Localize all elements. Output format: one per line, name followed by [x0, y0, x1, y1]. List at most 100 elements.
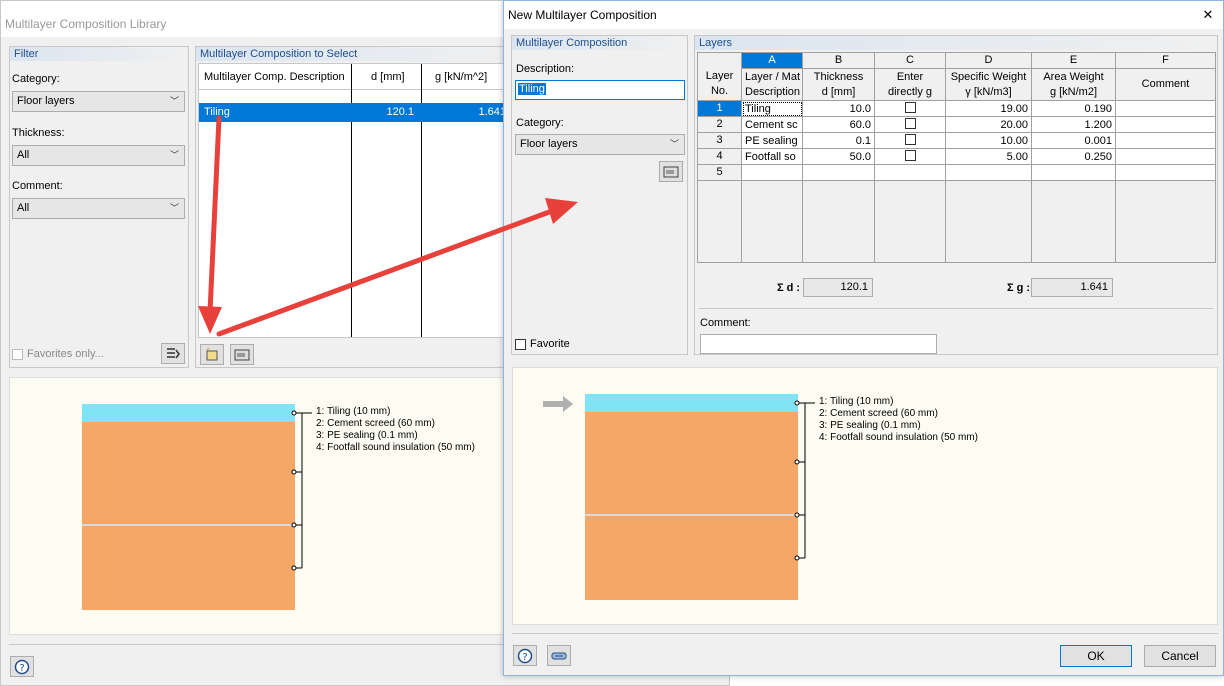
edit-composition-button[interactable] — [230, 344, 254, 365]
library-help-button[interactable]: ? — [10, 656, 34, 677]
col-letter[interactable]: A — [741, 52, 803, 69]
layers-panel: Layers A B C D E F Layer No. Layer / Mat… — [694, 35, 1218, 355]
row-description: Tiling — [204, 106, 230, 118]
cell-comment[interactable] — [1115, 164, 1216, 181]
cell-enter-g[interactable] — [874, 132, 946, 149]
cell-area-weight[interactable]: 0.250 — [1031, 148, 1116, 165]
thickness-select[interactable]: All ﹀ — [12, 145, 185, 166]
layer-screed — [585, 412, 798, 514]
composition-category-value: Floor layers — [520, 138, 578, 150]
edit-dialog-icon — [234, 349, 250, 360]
cell-area-weight[interactable]: 0.190 — [1031, 100, 1116, 117]
dialog-titlebar: New Multilayer Composition ✕ — [504, 1, 1223, 29]
head-d: Specific Weight γ [kN/m3] — [945, 68, 1032, 101]
cell-specific-weight[interactable]: 19.00 — [945, 100, 1032, 117]
cell-thickness[interactable]: 10.0 — [802, 100, 875, 117]
col-letter[interactable]: D — [945, 52, 1032, 69]
row-number[interactable]: 4 — [697, 148, 742, 165]
category-edit-button[interactable] — [659, 161, 683, 182]
chevron-down-icon: ﹀ — [169, 203, 179, 213]
favorite-checkbox[interactable]: Favorite — [515, 338, 570, 350]
table-row[interactable]: 5 — [697, 164, 1216, 181]
cell-comment[interactable] — [1115, 116, 1216, 133]
cell-description[interactable]: Cement sc — [741, 116, 803, 133]
composition-category-select[interactable]: Floor layers ﹀ — [515, 134, 685, 155]
cell-description[interactable]: Footfall so — [741, 148, 803, 165]
layers-grid-area: A B C D E F Layer No. Layer / Mat Descript… — [697, 52, 1216, 263]
new-item-icon — [206, 347, 218, 360]
filter-settings-button[interactable] — [161, 343, 185, 364]
row-number[interactable]: 5 — [697, 164, 742, 181]
row-number[interactable]: 2 — [697, 116, 742, 133]
close-button[interactable]: ✕ — [1198, 5, 1218, 25]
layers-grid[interactable]: A B C D E F Layer No. Layer / Mat Descript… — [697, 52, 1216, 263]
composition-panel: Multilayer Composition Description: Tili… — [511, 35, 688, 355]
ok-button[interactable]: OK — [1060, 645, 1132, 667]
col-letter[interactable]: F — [1115, 52, 1216, 69]
cell-comment[interactable] — [1115, 132, 1216, 149]
cell-enter-g[interactable] — [874, 164, 946, 181]
cell-description[interactable]: PE sealing — [741, 132, 803, 149]
cell-specific-weight[interactable]: 5.00 — [945, 148, 1032, 165]
new-composition-button[interactable] — [200, 344, 224, 365]
table-row[interactable]: 2 Cement sc 60.0 20.00 1.200 — [697, 116, 1216, 133]
cell-specific-weight[interactable]: 10.00 — [945, 132, 1032, 149]
comment-select[interactable]: All ﹀ — [12, 198, 185, 219]
cell-thickness[interactable] — [802, 164, 875, 181]
cell-thickness[interactable]: 60.0 — [802, 116, 875, 133]
category-select[interactable]: Floor layers ﹀ — [12, 91, 185, 112]
dialog-help-button[interactable]: ? — [513, 645, 537, 666]
table-row[interactable]: Tiling 120.1 1.641 — [199, 103, 515, 122]
layer-insulation — [82, 526, 295, 610]
col-letter[interactable]: B — [802, 52, 875, 69]
layer-tiling — [82, 404, 295, 422]
cell-specific-weight[interactable] — [945, 164, 1032, 181]
filter-list-icon — [167, 347, 180, 358]
column-d[interactable]: d [mm] — [371, 71, 405, 83]
comment-input[interactable] — [700, 334, 937, 354]
row-number[interactable]: 1 — [697, 100, 742, 117]
cell-thickness[interactable]: 50.0 — [802, 148, 875, 165]
help-icon: ? — [14, 659, 30, 674]
cell-area-weight[interactable]: 0.001 — [1031, 132, 1116, 149]
table-row[interactable]: 3 PE sealing 0.1 10.00 0.001 — [697, 132, 1216, 149]
empty-grid-filler — [697, 180, 1216, 263]
legend-item: 2: Cement screed (60 mm) — [819, 408, 938, 419]
column-description[interactable]: Multilayer Comp. Description — [204, 71, 345, 83]
favorites-only-checkbox[interactable]: Favorites only... — [12, 348, 104, 360]
checkbox-box — [904, 149, 916, 161]
units-button[interactable] — [547, 645, 571, 666]
table-row[interactable]: 4 Footfall so 50.0 5.00 0.250 — [697, 148, 1216, 165]
sum-g-label: Σ g : — [1007, 282, 1031, 294]
help-icon: ? — [517, 648, 533, 663]
cell-description[interactable] — [741, 164, 803, 181]
favorites-only-label: Favorites only... — [27, 348, 104, 360]
comment-label: Comment: — [700, 317, 751, 329]
cell-enter-g[interactable] — [874, 100, 946, 117]
selection-panel: Multilayer Composition to Select Multila… — [195, 46, 515, 368]
head-line: Layer — [705, 70, 734, 83]
cell-comment[interactable] — [1115, 100, 1216, 117]
filter-panel: Filter Category: Floor layers ﹀ Thicknes… — [9, 46, 189, 368]
table-row[interactable]: 1 Tiling 10.0 19.00 0.190 — [697, 100, 1216, 117]
cell-enter-g[interactable] — [874, 116, 946, 133]
cell-area-weight[interactable]: 1.200 — [1031, 116, 1116, 133]
cell-comment[interactable] — [1115, 148, 1216, 165]
col-letter[interactable]: E — [1031, 52, 1116, 69]
column-g[interactable]: g [kN/m^2] — [435, 71, 487, 83]
units-icon — [551, 652, 567, 659]
description-input[interactable]: Tiling — [515, 80, 685, 100]
chevron-down-icon: ﹀ — [169, 96, 179, 106]
cancel-button[interactable]: Cancel — [1144, 645, 1216, 667]
selection-list[interactable]: Multilayer Comp. Description d [mm] g [k… — [198, 63, 515, 338]
cell-specific-weight[interactable]: 20.00 — [945, 116, 1032, 133]
checkbox-box — [12, 348, 23, 360]
col-letter[interactable]: C — [874, 52, 946, 69]
cell-enter-g[interactable] — [874, 148, 946, 165]
layer-insulation — [585, 516, 798, 600]
row-number[interactable]: 3 — [697, 132, 742, 149]
cell-thickness[interactable]: 0.1 — [802, 132, 875, 149]
cell-area-weight[interactable] — [1031, 164, 1116, 181]
cell-description[interactable]: Tiling — [741, 100, 803, 117]
legend-item: 2: Cement screed (60 mm) — [316, 418, 435, 429]
